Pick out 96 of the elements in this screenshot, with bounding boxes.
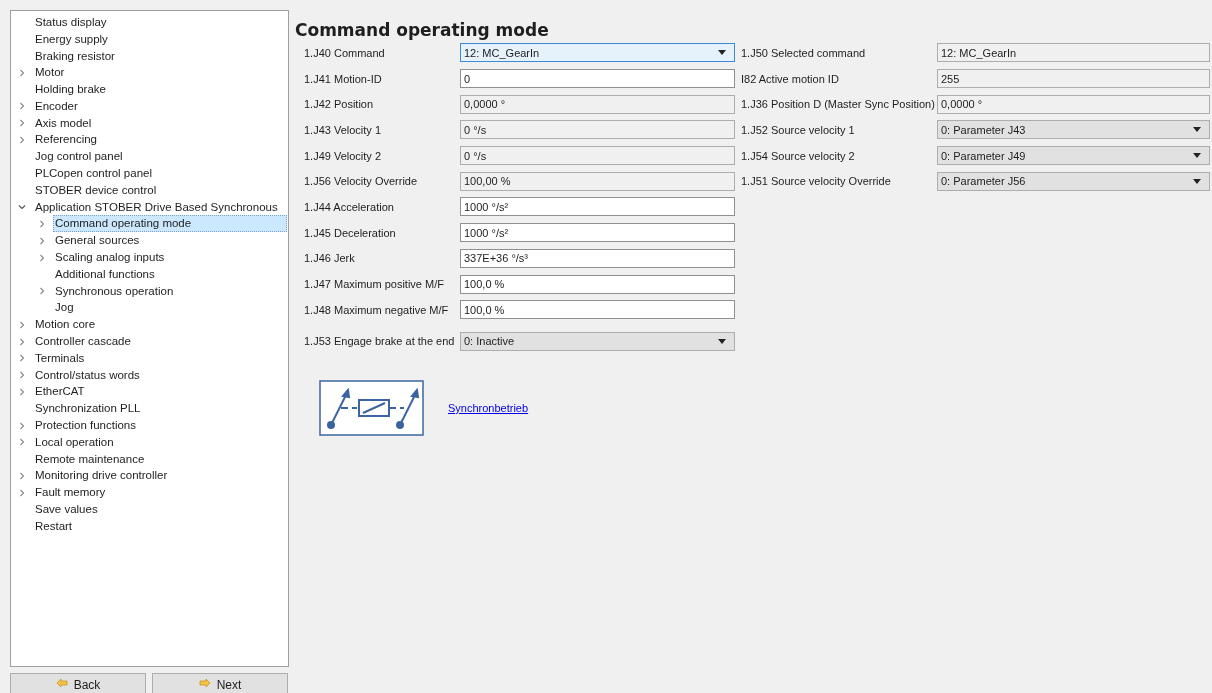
- chevron-right-icon[interactable]: [18, 371, 26, 380]
- tree-item[interactable]: General sources: [53, 232, 142, 250]
- input-field[interactable]: 337E+36 °/s³: [460, 248, 735, 268]
- page-title: Command operating mode: [295, 19, 550, 40]
- chevron-right-icon[interactable]: [18, 337, 26, 346]
- tree-item[interactable]: Status display: [33, 13, 109, 31]
- chevron-right-icon[interactable]: [38, 287, 46, 296]
- tree-item[interactable]: Command operating mode: [53, 215, 287, 233]
- tree-item[interactable]: Scaling analog inputs: [53, 249, 167, 267]
- tree-item[interactable]: Motor: [33, 64, 67, 82]
- chevron-right-icon[interactable]: [18, 68, 26, 77]
- tree-item[interactable]: STOBER device control: [33, 181, 159, 199]
- parameter-label: 1.J42 Position: [304, 98, 375, 111]
- tree-item[interactable]: Holding brake: [33, 81, 108, 99]
- tree-item[interactable]: EtherCAT: [33, 383, 87, 401]
- back-button[interactable]: Back: [10, 673, 146, 693]
- dropdown[interactable]: 0: Parameter J56: [937, 171, 1210, 191]
- chevron-right-icon[interactable]: [18, 119, 26, 128]
- parameter-label: 1.J47 Maximum positive M/F: [304, 278, 445, 291]
- tree-item[interactable]: Jog: [53, 299, 76, 317]
- tree-item[interactable]: Energy supply: [33, 30, 110, 48]
- dropdown-arrow-icon: [1193, 178, 1201, 184]
- tree-item[interactable]: Control/status words: [33, 366, 142, 384]
- dropdown[interactable]: 12: MC_GearIn: [460, 43, 735, 63]
- chevron-right-icon[interactable]: [18, 471, 26, 480]
- dropdown[interactable]: 0: Parameter J43: [937, 120, 1210, 140]
- tree-item[interactable]: Controller cascade: [33, 333, 133, 351]
- chevron-right-icon[interactable]: [38, 219, 46, 228]
- chevron-right-icon[interactable]: [18, 387, 26, 396]
- dropdown-arrow-icon: [1193, 153, 1201, 159]
- tree-item[interactable]: Additional functions: [53, 265, 157, 283]
- tree-item[interactable]: Braking resistor: [33, 47, 117, 65]
- tree-item[interactable]: Remote maintenance: [33, 450, 147, 468]
- tree-item[interactable]: Synchronous operation: [53, 282, 176, 300]
- parameter-label: 1.J50 Selected command: [741, 46, 867, 59]
- tree-item[interactable]: Jog control panel: [33, 148, 125, 166]
- parameter-label: 1.J51 Source velocity Override: [741, 175, 892, 188]
- tree-item[interactable]: Save values: [33, 501, 100, 518]
- input-field[interactable]: 0 °/s: [460, 120, 735, 140]
- tree-item[interactable]: Local operation: [33, 433, 116, 451]
- parameter-label: 1.J46 Jerk: [304, 252, 356, 265]
- parameter-label: 1.J52 Source velocity 1: [741, 123, 856, 136]
- parameter-label: 1.J43 Velocity 1: [304, 123, 383, 136]
- chevron-right-icon[interactable]: [18, 488, 26, 497]
- tree-item[interactable]: Axis model: [33, 114, 94, 132]
- parameter-label: 1.J53 Engage brake at the end: [304, 335, 456, 348]
- synchronbetrieb-link[interactable]: Synchronbetrieb: [448, 402, 529, 415]
- parameter-label: 1.J56 Velocity Override: [304, 175, 419, 188]
- parameter-label: 1.J49 Velocity 2: [304, 149, 383, 162]
- chevron-right-icon[interactable]: [18, 320, 26, 329]
- dropdown-arrow-icon: [718, 338, 726, 344]
- dropdown[interactable]: 0: Inactive: [460, 331, 735, 351]
- input-field[interactable]: 0: [460, 69, 735, 89]
- tree-item[interactable]: Encoder: [33, 97, 80, 115]
- dropdown-arrow-icon: [718, 50, 726, 56]
- tree-item[interactable]: Fault memory: [33, 484, 108, 502]
- input-field[interactable]: 0 °/s: [460, 146, 735, 166]
- tree-item[interactable]: Application STOBER Drive Based Synchronous: [33, 198, 280, 216]
- input-field[interactable]: 1000 °/s²: [460, 197, 735, 217]
- input-field[interactable]: 0,0000 °: [460, 94, 735, 114]
- arrow-icon: [55, 678, 68, 688]
- parameter-label: 1.J36 Position D (Master Sync Position): [741, 98, 936, 111]
- chevron-right-icon[interactable]: [18, 135, 26, 144]
- chevron-right-icon[interactable]: [38, 236, 46, 245]
- tree-item[interactable]: Restart: [33, 517, 75, 535]
- input-field[interactable]: 1000 °/s²: [460, 223, 735, 243]
- chevron-down-icon[interactable]: [18, 203, 26, 212]
- parameter-label: 1.J48 Maximum negative M/F: [304, 303, 450, 316]
- parameter-label: I82 Active motion ID: [741, 72, 840, 85]
- chevron-right-icon[interactable]: [18, 421, 26, 430]
- tree-item[interactable]: Motion core: [33, 316, 98, 334]
- input-field[interactable]: 12: MC_GearIn: [937, 43, 1210, 63]
- dropdown-arrow-icon: [1193, 127, 1201, 133]
- dropdown[interactable]: 0: Parameter J49: [937, 146, 1210, 166]
- parameter-label: 1.J44 Acceleration: [304, 200, 395, 213]
- tree-item[interactable]: Referencing: [33, 131, 99, 149]
- chevron-right-icon[interactable]: [18, 354, 26, 363]
- parameter-label: 1.J54 Source velocity 2: [741, 149, 856, 162]
- tree-item[interactable]: Synchronization PLL: [33, 400, 143, 418]
- parameter-label: 1.J40 Command: [304, 46, 386, 59]
- input-field[interactable]: 100,00 %: [460, 171, 735, 191]
- parameter-label: 1.J45 Deceleration: [304, 226, 397, 239]
- tree-item[interactable]: Terminals: [33, 349, 87, 367]
- input-field[interactable]: 255: [937, 69, 1210, 89]
- arrow-icon: [198, 678, 211, 688]
- next-button[interactable]: Next: [152, 673, 288, 693]
- input-field[interactable]: 100,0 %: [460, 300, 735, 320]
- chevron-right-icon[interactable]: [38, 253, 46, 262]
- parameter-label: 1.J41 Motion-ID: [304, 72, 383, 85]
- input-field[interactable]: 0,0000 °: [937, 94, 1210, 114]
- chevron-right-icon[interactable]: [18, 438, 26, 447]
- tree-item[interactable]: Protection functions: [33, 417, 138, 435]
- tree-item[interactable]: PLCopen control panel: [33, 165, 154, 183]
- chevron-right-icon[interactable]: [18, 102, 26, 111]
- tree-item[interactable]: Monitoring drive controller: [33, 467, 170, 485]
- input-field[interactable]: 100,0 %: [460, 274, 735, 294]
